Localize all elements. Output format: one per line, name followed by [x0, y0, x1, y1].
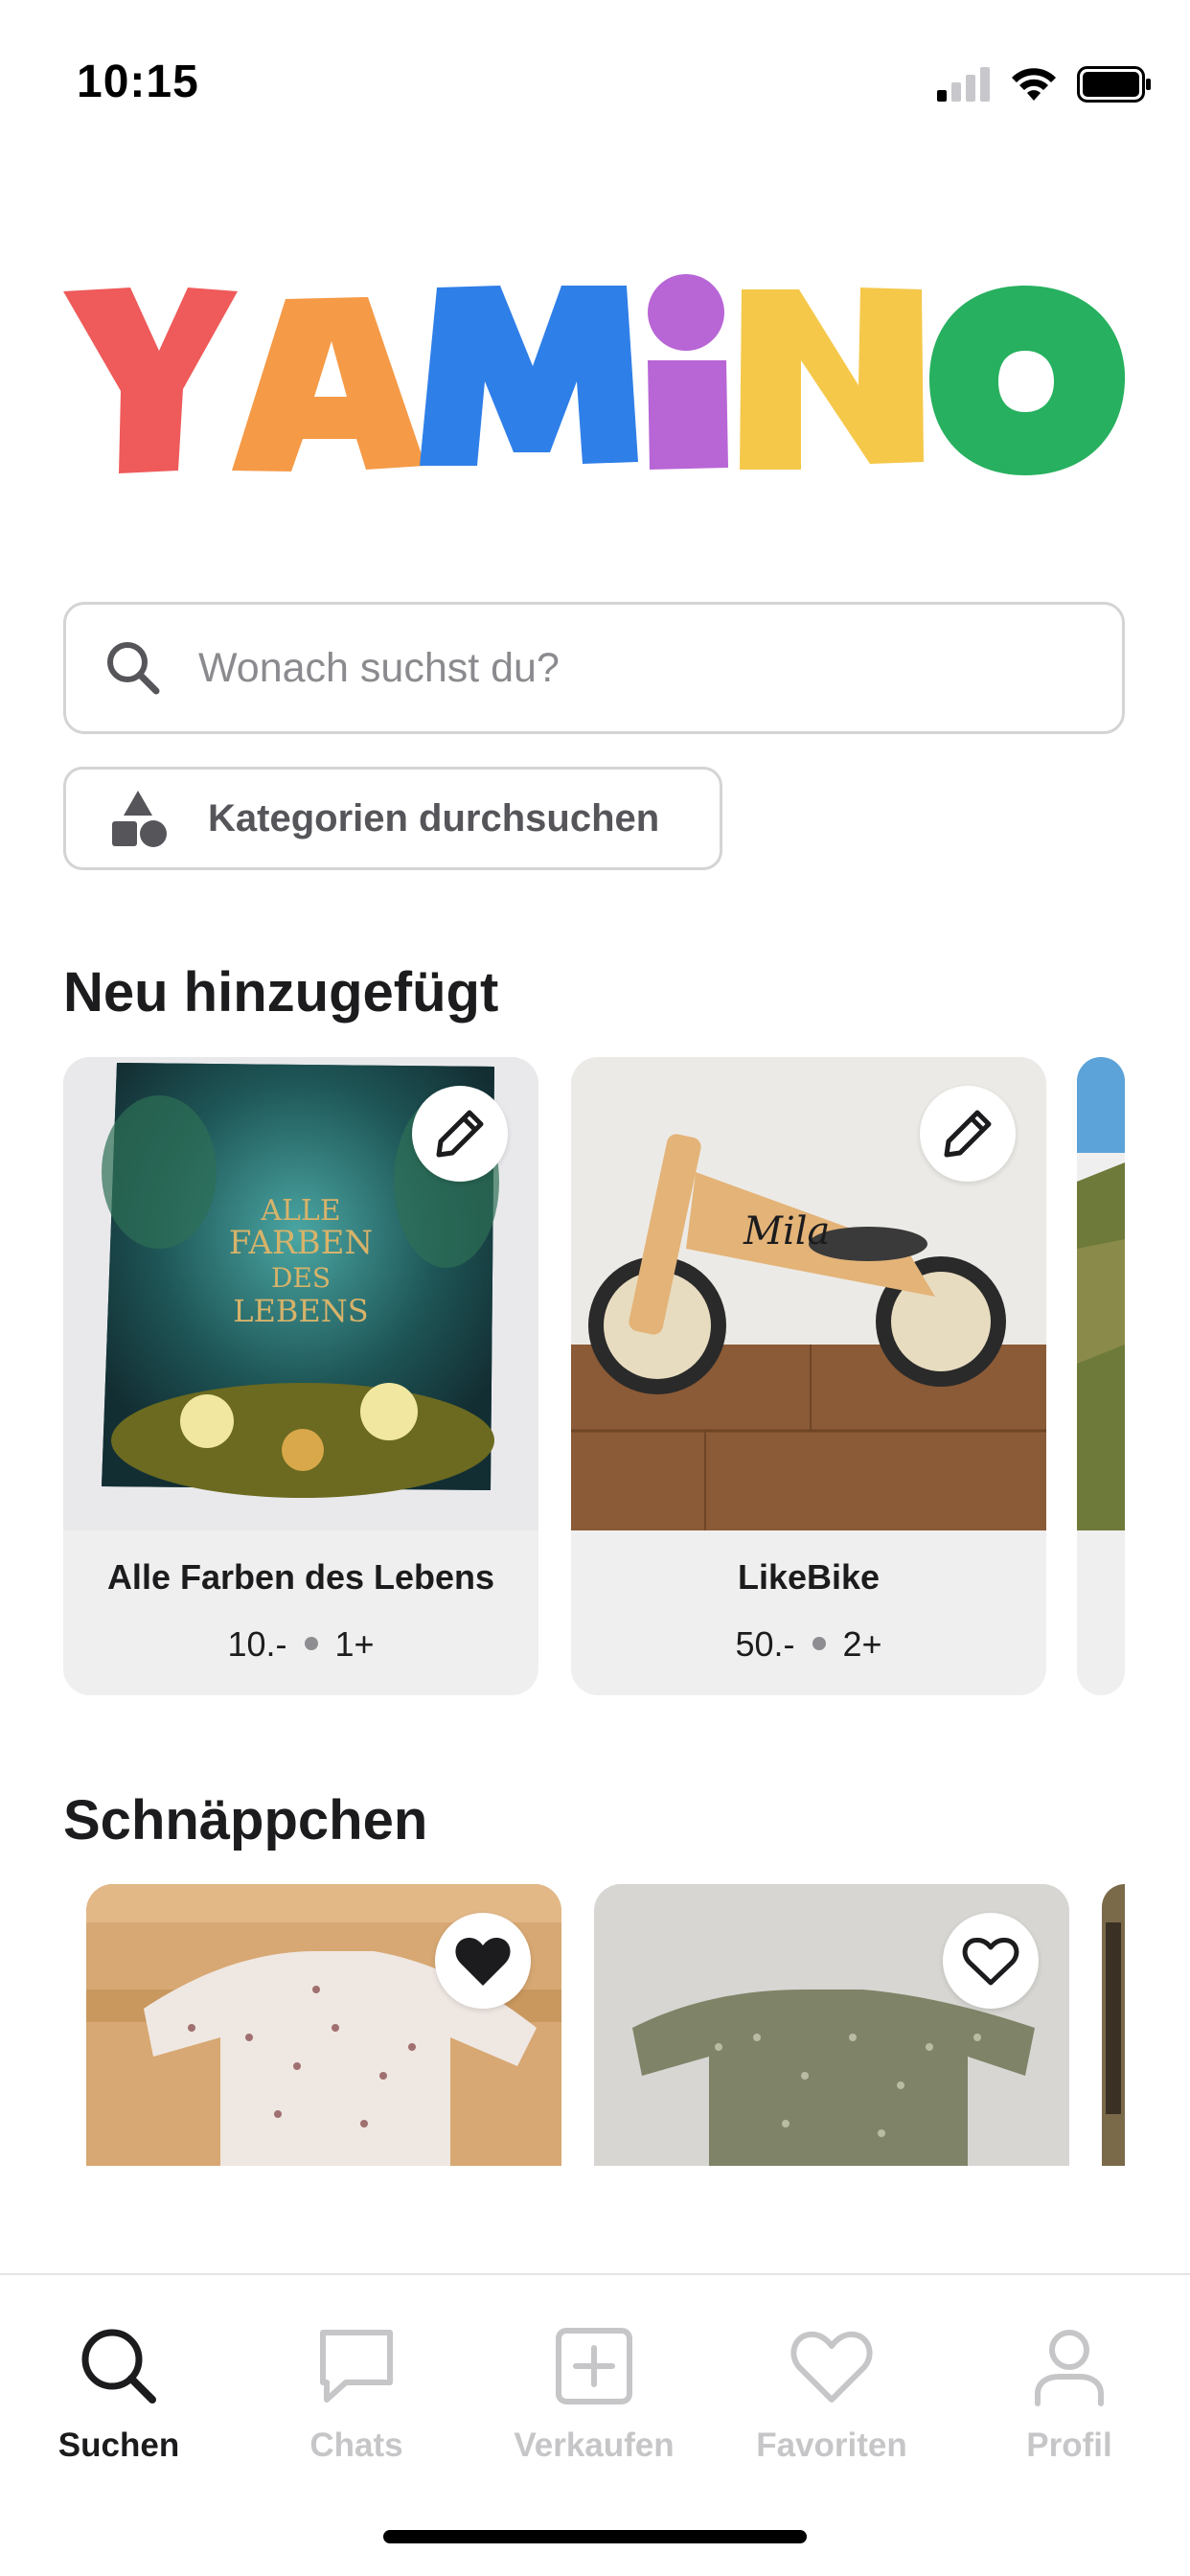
product-card-partial[interactable] [1077, 1057, 1125, 1695]
tab-label: Suchen [57, 2426, 180, 2464]
tab-label: Chats [309, 2426, 403, 2464]
tab-favorites[interactable]: Favoriten [736, 2323, 927, 2465]
tab-label: Profil [1026, 2426, 1112, 2464]
product-title: Alle Farben des Lebens [106, 1557, 495, 1597]
status-time: 10:15 [77, 57, 199, 107]
svg-text:LEBENS: LEBENS [233, 1293, 368, 1329]
product-card-partial[interactable] [1102, 1884, 1125, 2166]
section-title-new: Neu hinzugefügt [63, 961, 499, 1024]
pencil-icon [436, 1110, 484, 1158]
search-icon [81, 2329, 156, 2404]
new-items-carousel[interactable]: ALLE FARBEN DES LEBENS Alle Farben des L… [0, 1057, 1190, 1697]
svg-text:DES: DES [271, 1262, 331, 1294]
pencil-icon [944, 1110, 992, 1158]
search-input[interactable] [198, 644, 1061, 692]
svg-text:FARBEN: FARBEN [229, 1224, 373, 1262]
svg-text:ALLE: ALLE [260, 1194, 340, 1228]
edit-listing-button[interactable] [920, 1086, 1016, 1182]
cellular-signal-icon [937, 67, 990, 102]
product-title: LikeBike [737, 1557, 881, 1597]
product-card[interactable]: Mila LikeBike 50.- 2+ [571, 1057, 1046, 1695]
favorite-button[interactable] [943, 1913, 1039, 2009]
browse-categories-button[interactable]: Kategorien durchsuchen [63, 767, 722, 870]
browse-categories-label: Kategorien durchsuchen [208, 796, 660, 840]
product-age: 1+ [334, 1624, 375, 1664]
product-age: 2+ [842, 1624, 882, 1664]
product-card[interactable] [86, 1884, 561, 2166]
heart-outline-icon [962, 1937, 1019, 1986]
chat-icon [320, 2330, 393, 2403]
tab-label: Favoriten [756, 2426, 907, 2464]
shapes-icon [112, 791, 167, 847]
favorite-button[interactable] [435, 1913, 531, 2009]
product-card[interactable]: ALLE FARBEN DES LEBENS Alle Farben des L… [63, 1057, 538, 1695]
yamino-logo [63, 274, 1126, 475]
product-image [1077, 1057, 1125, 1530]
tab-label: Verkaufen [514, 2426, 675, 2464]
product-meta: 10.- 1+ [63, 1624, 538, 1665]
edit-listing-button[interactable] [412, 1086, 508, 1182]
svg-text:Mila: Mila [743, 1209, 830, 1254]
tab-chats[interactable]: Chats [261, 2323, 452, 2465]
tab-search[interactable]: Suchen [23, 2323, 215, 2465]
heart-outline-icon [790, 2331, 873, 2403]
separator-dot [304, 1637, 318, 1651]
heart-filled-icon [455, 1937, 511, 1986]
deals-carousel[interactable] [0, 1884, 1190, 2166]
status-bar: 10:15 [0, 0, 1190, 134]
search-icon [107, 642, 160, 695]
battery-icon [1077, 66, 1151, 103]
tab-profile[interactable]: Profil [973, 2323, 1165, 2465]
person-icon [1035, 2330, 1104, 2406]
product-meta: 50.- 2+ [571, 1624, 1046, 1665]
product-price: 10.- [227, 1624, 287, 1664]
product-image [1102, 1884, 1125, 2166]
wifi-icon [1012, 68, 1056, 101]
tab-sell[interactable]: Verkaufen [498, 2323, 690, 2465]
home-indicator [383, 2530, 807, 2543]
status-icons [937, 63, 1152, 105]
product-price: 50.- [735, 1624, 795, 1664]
separator-dot [812, 1637, 826, 1651]
section-title-deals: Schnäppchen [63, 1789, 428, 1852]
product-card[interactable] [594, 1884, 1069, 2166]
search-bar[interactable] [63, 602, 1125, 734]
plus-square-icon [556, 2328, 632, 2404]
